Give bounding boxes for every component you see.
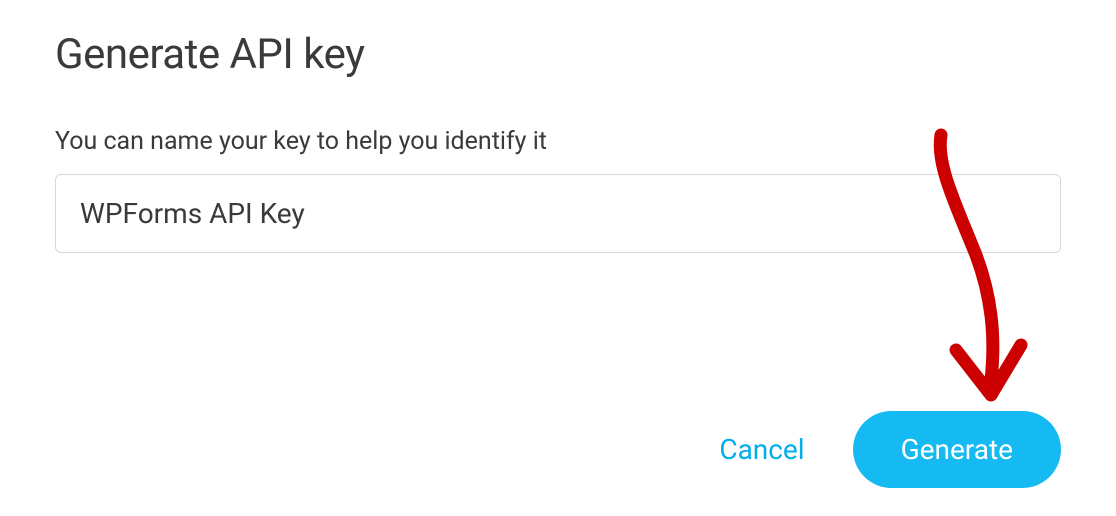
generate-button[interactable]: Generate [853,411,1061,488]
key-name-label: You can name your key to help you identi… [55,127,1061,156]
annotation-arrow-icon [881,125,1041,425]
dialog-title: Generate API key [55,30,1061,79]
dialog-actions: Cancel Generate [719,411,1061,488]
cancel-button[interactable]: Cancel [719,433,804,466]
key-name-input[interactable] [55,174,1061,253]
